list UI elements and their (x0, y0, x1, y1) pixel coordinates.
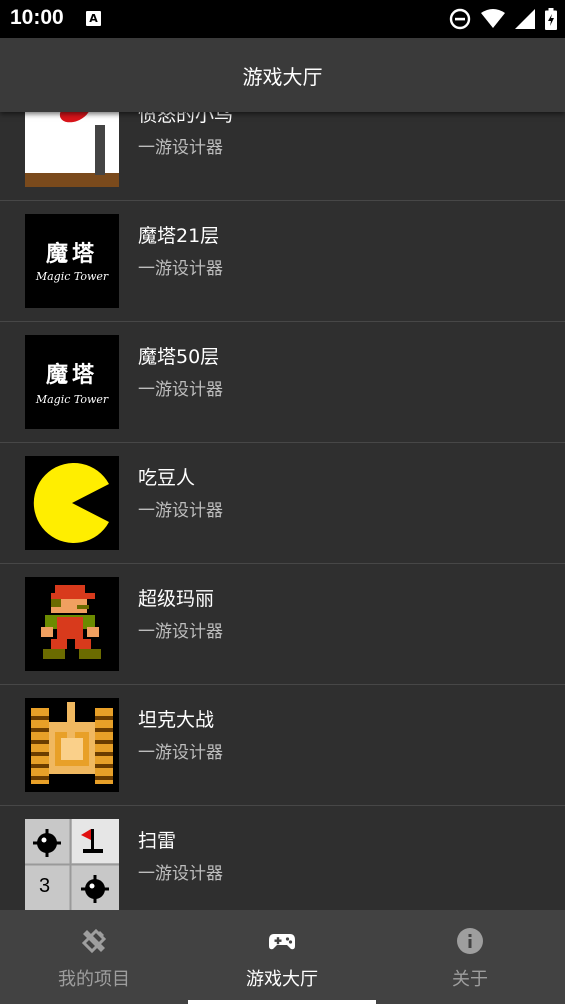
angry-bird-icon (25, 112, 119, 187)
nav-label: 我的项目 (58, 969, 130, 990)
game-title: 坦克大战 (138, 709, 215, 731)
game-author: 一游设计器 (138, 259, 223, 279)
game-list[interactable]: 愤怒的小鸟 一游设计器 魔塔 Magic Tower 魔塔21层 一游设计器 魔… (0, 112, 565, 910)
design-tools-icon (81, 928, 107, 954)
list-item[interactable]: 吃豆人 一游设计器 (0, 443, 565, 564)
game-author: 一游设计器 (138, 864, 223, 884)
nav-about[interactable]: 关于 (376, 910, 564, 1004)
game-title: 吃豆人 (138, 467, 196, 489)
page-title: 游戏大厅 (242, 64, 323, 89)
nav-my-projects[interactable]: 我的项目 (0, 910, 188, 1004)
game-author: 一游设计器 (138, 501, 223, 521)
logo-text: 魔塔 (45, 241, 98, 267)
logo-subtext: Magic Tower (35, 393, 109, 406)
tank-icon (25, 698, 119, 792)
do-not-disturb-icon (449, 8, 471, 30)
list-item[interactable]: 坦克大战 一游设计器 (0, 685, 565, 806)
notification-badge-icon: A (86, 11, 101, 26)
info-icon (457, 928, 483, 954)
mario-icon (25, 577, 119, 671)
nav-game-hall[interactable]: 游戏大厅 (188, 910, 376, 1004)
list-item[interactable]: 愤怒的小鸟 一游设计器 (0, 112, 565, 201)
status-time: 10:00 (10, 6, 64, 29)
game-title: 魔塔21层 (138, 225, 220, 247)
cell-number: 3 (39, 875, 51, 897)
game-title: 扫雷 (138, 830, 177, 852)
signal-icon (515, 9, 535, 29)
game-title: 超级玛丽 (138, 588, 215, 610)
wifi-icon (481, 9, 505, 28)
list-item[interactable]: 魔塔 Magic Tower 魔塔21层 一游设计器 (0, 201, 565, 322)
game-author: 一游设计器 (138, 380, 223, 400)
game-title: 愤怒的小鸟 (138, 112, 234, 126)
logo-subtext: Magic Tower (35, 270, 109, 283)
status-bar: 10:00 A (0, 0, 565, 38)
active-tab-indicator (188, 1000, 376, 1004)
game-author: 一游设计器 (138, 743, 223, 763)
magic-tower-icon: 魔塔 Magic Tower (25, 214, 119, 308)
battery-icon (545, 8, 557, 30)
magic-tower-icon: 魔塔 Magic Tower (25, 335, 119, 429)
gamepad-icon (269, 934, 295, 950)
game-author: 一游设计器 (138, 622, 223, 642)
pacman-icon (25, 456, 119, 550)
list-item[interactable]: 3 扫雷 一游设计器 (0, 806, 565, 910)
game-title: 魔塔50层 (138, 346, 220, 368)
status-icons (449, 8, 557, 30)
app-bar: 游戏大厅 (0, 38, 565, 112)
list-item[interactable]: 魔塔 Magic Tower 魔塔50层 一游设计器 (0, 322, 565, 443)
nav-label: 关于 (452, 969, 488, 990)
list-item[interactable]: 超级玛丽 一游设计器 (0, 564, 565, 685)
bottom-navigation: 我的项目 游戏大厅 关于 (0, 910, 565, 1004)
nav-label: 游戏大厅 (246, 969, 318, 990)
game-author: 一游设计器 (138, 138, 223, 158)
minesweeper-icon: 3 (25, 819, 119, 910)
logo-text: 魔塔 (45, 362, 98, 388)
